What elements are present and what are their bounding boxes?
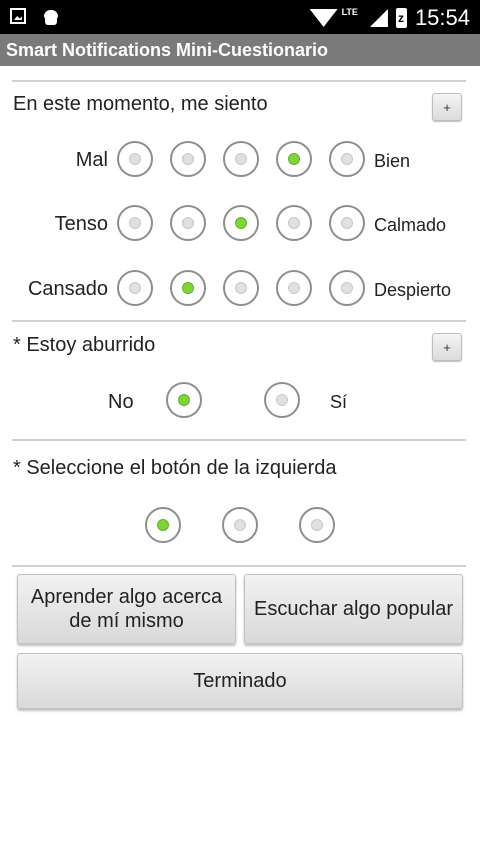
radio-mal-bien-1[interactable] xyxy=(117,141,153,177)
radio-tenso-calmado-1[interactable] xyxy=(117,205,153,241)
wifi-icon xyxy=(310,7,338,29)
radio-mal-bien-5[interactable] xyxy=(329,141,365,177)
radio-tenso-calmado-3[interactable] xyxy=(223,205,259,241)
signal-icon xyxy=(369,9,388,27)
radio-cansado-despierto-1[interactable] xyxy=(117,270,153,306)
radio-mal-bien-3[interactable] xyxy=(223,141,259,177)
android-icon xyxy=(42,8,60,26)
expand-bored-button[interactable]: + xyxy=(432,333,462,361)
status-bar: LTE 15:54 xyxy=(0,0,480,34)
divider xyxy=(12,565,466,567)
question-title-bored: * Estoy aburrido xyxy=(13,334,156,356)
radio-cansado-despierto-3[interactable] xyxy=(223,270,259,306)
scale-right-label: Calmado xyxy=(374,215,447,235)
scale-left-label: Mal xyxy=(75,149,108,171)
radio-left-button-1[interactable] xyxy=(145,507,181,543)
scale-row-tenso-calmado: Tenso Calmado xyxy=(0,205,480,245)
status-time: 15:54 xyxy=(414,5,470,30)
radio-mal-bien-4[interactable] xyxy=(276,141,312,177)
bored-no-label: No xyxy=(108,391,134,413)
radio-bored-yes[interactable] xyxy=(264,382,300,418)
scale-left-label: Tenso xyxy=(54,213,108,235)
radio-left-button-3[interactable] xyxy=(299,507,335,543)
bored-yes-label: Sí xyxy=(330,392,348,412)
scale-row-mal-bien: Mal Bien xyxy=(0,141,480,181)
learn-about-myself-button[interactable]: Aprender algo acerca de mí mismo xyxy=(17,574,236,644)
image-icon xyxy=(10,8,26,24)
done-button[interactable]: Terminado xyxy=(17,653,463,709)
divider xyxy=(12,439,466,441)
divider xyxy=(12,80,466,82)
network-type: LTE xyxy=(341,7,358,17)
radio-tenso-calmado-2[interactable] xyxy=(170,205,206,241)
radio-bored-no[interactable] xyxy=(166,382,202,418)
radio-tenso-calmado-5[interactable] xyxy=(329,205,365,241)
radio-cansado-despierto-2[interactable] xyxy=(170,270,206,306)
divider xyxy=(12,320,466,322)
radio-left-button-2[interactable] xyxy=(222,507,258,543)
scale-right-label: Bien xyxy=(374,151,411,171)
battery-icon xyxy=(395,8,407,28)
listen-popular-button[interactable]: Escuchar algo popular xyxy=(244,574,463,644)
radio-mal-bien-2[interactable] xyxy=(170,141,206,177)
scale-row-cansado-despierto: Cansado Despierto xyxy=(0,270,480,310)
radio-cansado-despierto-5[interactable] xyxy=(329,270,365,306)
expand-mood-button[interactable]: + xyxy=(432,93,462,121)
question-title-mood: En este momento, me siento xyxy=(13,93,268,115)
radio-cansado-despierto-4[interactable] xyxy=(276,270,312,306)
scale-left-label: Cansado xyxy=(27,278,108,300)
radio-tenso-calmado-4[interactable] xyxy=(276,205,312,241)
scale-right-label: Despierto xyxy=(374,280,452,300)
app-title: Smart Notifications Mini-Cuestionario xyxy=(0,34,480,66)
question-title-left-button: * Seleccione el botón de la izquierda xyxy=(13,457,337,479)
